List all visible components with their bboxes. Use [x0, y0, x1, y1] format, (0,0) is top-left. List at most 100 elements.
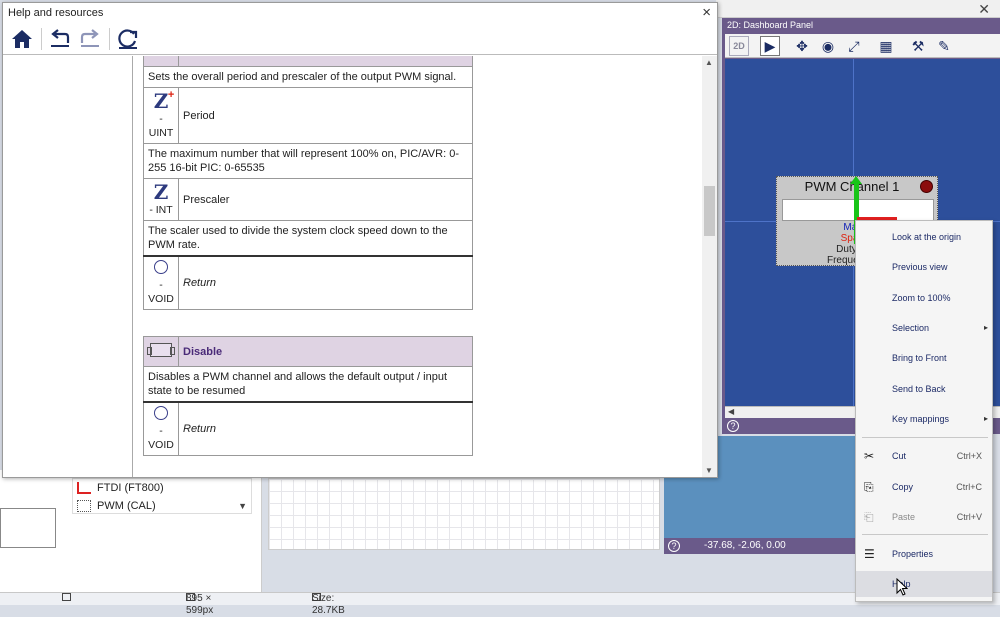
toolbar-divider: [41, 28, 42, 50]
mouse-cursor-icon: [896, 578, 908, 596]
menu-separator: [862, 437, 988, 438]
submenu-arrow-icon: ▸: [983, 414, 988, 423]
close-icon[interactable]: ×: [702, 4, 711, 21]
menu-item-paste[interactable]: ⎗ Paste Ctrl+V: [856, 504, 992, 530]
return-type-label: VOID: [148, 293, 174, 305]
scroll-up-icon[interactable]: ▲: [705, 58, 713, 67]
component-tree: FTDI (FT800) PWM (CAL) ▼: [72, 478, 252, 514]
tree-item-label: PWM (CAL): [97, 500, 156, 512]
param-description: The scaler used to divide the system clo…: [143, 220, 473, 257]
component-icon-cell: [143, 56, 179, 67]
table-row: The maximum number that will represent 1…: [143, 143, 473, 179]
help-toolbar: [3, 23, 717, 55]
disable-method-table: Disable Disables a PWM channel and allow…: [143, 336, 473, 456]
grid-view-icon[interactable]: ▦: [876, 36, 896, 56]
wand-tool-icon[interactable]: ⚒: [908, 36, 928, 56]
return-label: Return: [178, 255, 473, 310]
ftdi-icon: [77, 482, 91, 494]
table-row: - VOID Return: [143, 255, 473, 310]
coordinates-readout: -37.68, -2.06, 0.00: [704, 540, 786, 551]
tree-item-label: FTDI (FT800): [97, 482, 164, 494]
param-type-cell: Z + - UINT: [143, 87, 179, 144]
param-type-label: UINT: [148, 127, 174, 139]
table-row: Sets the overall period and prescaler of…: [143, 66, 473, 88]
zoom-extents-icon[interactable]: ⤢: [844, 36, 864, 56]
table-header-row: [143, 56, 473, 67]
void-type-icon: [154, 260, 168, 274]
orbit-tool-icon[interactable]: ◉: [818, 36, 838, 56]
param-name: Prescaler: [178, 178, 473, 221]
scroll-left-icon[interactable]: ◀: [728, 407, 734, 416]
chevron-down-icon[interactable]: ▼: [238, 497, 247, 515]
menu-item-look-at-origin[interactable]: Look at the origin: [856, 224, 992, 250]
help-icon[interactable]: ?: [668, 540, 680, 552]
param-type-label: - INT: [149, 204, 173, 216]
properties-icon: ☰: [864, 547, 875, 561]
status-bar: 895 × 599px Size: 28.7KB 100%: [0, 592, 1000, 616]
table-header-row: Disable: [143, 336, 473, 367]
int-type-icon: Z: [153, 180, 169, 204]
shortcut-label: Ctrl+C: [956, 482, 982, 492]
help-contents-pane[interactable]: [3, 56, 133, 477]
return-type-label: VOID: [148, 439, 174, 451]
menu-item-zoom-100[interactable]: Zoom to 100%: [856, 285, 992, 311]
uint-type-icon: Z +: [153, 89, 175, 113]
help-window-title: Help and resources: [8, 7, 104, 19]
menu-item-copy[interactable]: ⎘ Copy Ctrl+C: [856, 474, 992, 500]
back-arrow-icon[interactable]: [47, 27, 73, 51]
scroll-down-icon[interactable]: ▼: [705, 466, 713, 475]
return-label: Return: [178, 401, 473, 456]
tree-item-ftdi[interactable]: FTDI (FT800): [73, 479, 251, 497]
copy-icon: ⎘: [864, 480, 874, 494]
menu-item-properties[interactable]: ☰ Properties: [856, 541, 992, 567]
menu-item-key-mappings[interactable]: Key mappings ▸: [856, 406, 992, 432]
scissors-icon: ✂: [864, 449, 875, 463]
close-icon[interactable]: ✕: [978, 1, 990, 18]
dashboard-title: 2D: Dashboard Panel: [727, 20, 814, 30]
system-panel-grid[interactable]: [268, 478, 660, 550]
pointer-tool-button[interactable]: ▶: [760, 36, 780, 56]
table-row: Z - INT Prescaler: [143, 178, 473, 221]
menu-item-bring-to-front[interactable]: Bring to Front: [856, 345, 992, 371]
menu-item-previous-view[interactable]: Previous view: [856, 254, 992, 280]
dashboard-toolbar: 2D ▶ ✥ ◉ ⤢ ▦ ⚒ ✎: [725, 34, 1000, 58]
param-name: Period: [178, 87, 473, 144]
void-type-icon: [154, 406, 168, 420]
menu-item-help[interactable]: Help: [856, 571, 992, 597]
submenu-arrow-icon: ▸: [983, 323, 988, 332]
pan-tool-icon[interactable]: ✥: [792, 36, 812, 56]
param-type-cell: Z - INT: [143, 178, 179, 221]
table-header-cell: [178, 56, 473, 67]
home-icon[interactable]: [9, 27, 35, 51]
tree-item-pwm[interactable]: PWM (CAL) ▼: [73, 497, 251, 515]
table-row: Z + - UINT Period: [143, 87, 473, 144]
param-description: The maximum number that will represent 1…: [143, 143, 473, 179]
shortcut-label: Ctrl+X: [956, 451, 982, 461]
2d-mode-button[interactable]: 2D: [729, 36, 749, 56]
pwm-icon: [77, 500, 91, 512]
refresh-icon[interactable]: [115, 27, 141, 51]
forward-arrow-icon[interactable]: [77, 27, 103, 51]
vertical-scrollbar[interactable]: ▲ ▼: [702, 56, 717, 477]
return-type-cell: - VOID: [143, 401, 179, 456]
setup-method-table: Sets the overall period and prescaler of…: [143, 56, 473, 310]
paste-icon: ⎗: [864, 510, 874, 524]
component-icon: [147, 342, 175, 357]
menu-item-send-to-back[interactable]: Send to Back: [856, 376, 992, 402]
help-icon[interactable]: ?: [727, 420, 739, 432]
menu-item-selection[interactable]: Selection ▸: [856, 315, 992, 341]
shortcut-label: Ctrl+V: [956, 512, 982, 522]
scrollbar-thumb[interactable]: [704, 186, 715, 236]
context-menu: Look at the origin Previous view Zoom to…: [855, 220, 993, 602]
help-content-pane[interactable]: Sets the overall period and prescaler of…: [134, 56, 702, 477]
method-title: Disable: [178, 336, 473, 367]
led-indicator: [920, 180, 933, 193]
brush-tool-icon[interactable]: ✎: [934, 36, 954, 56]
background-window-strip: ✕: [716, 0, 1000, 18]
menu-separator: [862, 534, 988, 535]
toolbar-divider: [109, 28, 110, 50]
background-input-box[interactable]: [0, 508, 56, 548]
table-row: The scaler used to divide the system clo…: [143, 220, 473, 257]
menu-item-cut[interactable]: ✂ Cut Ctrl+X: [856, 443, 992, 469]
table-row: - VOID Return: [143, 401, 473, 456]
